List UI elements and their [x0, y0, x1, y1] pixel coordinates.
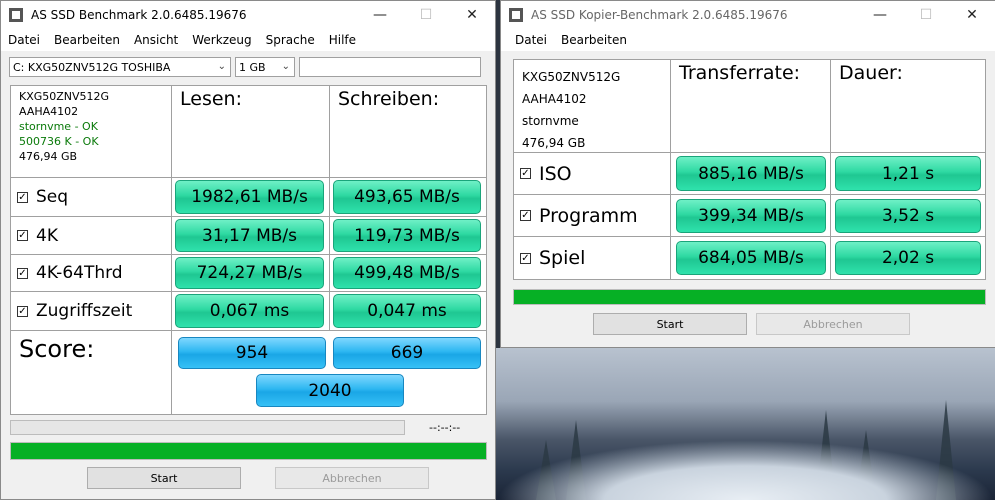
- col-duration-header: Dauer:: [831, 60, 985, 153]
- copy-titlebar[interactable]: AS SSD Kopier-Benchmark 2.0.6485.19676 —…: [501, 1, 995, 29]
- row-label: 4K: [36, 225, 58, 246]
- minimize-icon[interactable]: —: [857, 1, 903, 29]
- window-title: AS SSD Benchmark 2.0.6485.19676: [31, 8, 247, 22]
- drive-select[interactable]: C: KXG50ZNV512G TOSHIBA ⌄: [9, 57, 231, 77]
- overall-progress-fill: [11, 443, 486, 459]
- row-zugriffszeit[interactable]: ✓ Zugriffszeit: [11, 292, 172, 331]
- window-title: AS SSD Kopier-Benchmark 2.0.6485.19676: [531, 8, 788, 22]
- menu-datei[interactable]: Datei: [1, 33, 47, 47]
- checkbox-checked-icon[interactable]: ✓: [520, 210, 531, 221]
- copy-start-button[interactable]: Start: [593, 313, 747, 335]
- drive-firmware: AAHA4102: [522, 92, 587, 106]
- row-4k-64thrd[interactable]: ✓ 4K-64Thrd: [11, 255, 172, 292]
- row-iso[interactable]: ✓ ISO: [514, 153, 671, 195]
- alignment-status: 500736 K - OK: [19, 135, 99, 148]
- app-icon: [509, 8, 523, 22]
- overall-progress-bar: [10, 442, 487, 460]
- col-write-header: Schreiben:: [330, 86, 486, 178]
- close-icon[interactable]: ✕: [949, 1, 995, 29]
- menu-ansicht[interactable]: Ansicht: [127, 33, 185, 47]
- size-select[interactable]: 1 GB ⌄: [235, 57, 295, 77]
- menu-bar: Datei Bearbeiten: [501, 29, 995, 51]
- row-programm[interactable]: ✓ Programm: [514, 195, 671, 237]
- abort-button: Abbrechen: [275, 467, 429, 489]
- minimize-icon[interactable]: —: [357, 1, 403, 29]
- drive-info: KXG50ZNV512G AAHA4102 stornvme - OK 5007…: [11, 86, 172, 178]
- row-spiel[interactable]: ✓ Spiel: [514, 237, 671, 279]
- row-label: Spiel: [539, 247, 586, 269]
- app-icon: [9, 8, 23, 22]
- iso-duration-value: 1,21 s: [835, 156, 981, 191]
- checkbox-checked-icon[interactable]: ✓: [17, 305, 28, 317]
- access-read-value: 0,067 ms: [175, 294, 324, 328]
- menu-hilfe[interactable]: Hilfe: [322, 33, 363, 47]
- main-titlebar[interactable]: AS SSD Benchmark 2.0.6485.19676 — ☐ ✕: [1, 1, 495, 29]
- desktop-wallpaper: [496, 348, 995, 500]
- spiel-rate-value: 684,05 MB/s: [676, 241, 826, 275]
- spiel-duration-value: 2,02 s: [835, 241, 981, 275]
- driver-name: stornvme: [522, 114, 579, 128]
- drive-model: KXG50ZNV512G: [19, 90, 110, 103]
- checkbox-checked-icon[interactable]: ✓: [17, 267, 28, 279]
- col-rate-header: Transferrate:: [671, 60, 831, 153]
- chevron-down-icon: ⌄: [281, 61, 290, 72]
- copy-window: AS SSD Kopier-Benchmark 2.0.6485.19676 —…: [500, 0, 995, 348]
- 4k64-read-value: 724,27 MB/s: [175, 257, 324, 289]
- test-progress-bar: [10, 420, 405, 435]
- size-select-value: 1 GB: [239, 60, 266, 74]
- menu-bearbeiten[interactable]: Bearbeiten: [47, 33, 127, 47]
- score-label: Score:: [11, 331, 172, 414]
- drive-capacity: 476,94 GB: [19, 150, 78, 163]
- row-label: Seq: [36, 187, 69, 207]
- row-label: 4K-64Thrd: [36, 263, 123, 283]
- text-field[interactable]: [299, 57, 481, 77]
- drive-capacity: 476,94 GB: [522, 136, 586, 150]
- drive-firmware: AAHA4102: [19, 105, 79, 118]
- drive-model: KXG50ZNV512G: [522, 70, 621, 84]
- 4k-read-value: 31,17 MB/s: [175, 219, 324, 252]
- checkbox-checked-icon[interactable]: ✓: [17, 191, 28, 203]
- 4k-write-value: 119,73 MB/s: [333, 219, 481, 252]
- seq-write-value: 493,65 MB/s: [333, 180, 481, 214]
- programm-duration-value: 3,52 s: [835, 199, 981, 233]
- menu-bar: Datei Bearbeiten Ansicht Werkzeug Sprach…: [1, 29, 495, 51]
- checkbox-checked-icon[interactable]: ✓: [520, 168, 531, 179]
- maximize-icon: ☐: [419, 7, 433, 23]
- drive-select-value: C: KXG50ZNV512G TOSHIBA: [13, 60, 171, 74]
- start-button[interactable]: Start: [87, 467, 241, 489]
- copy-abort-button: Abbrechen: [756, 313, 910, 335]
- maximize-icon: ☐: [919, 7, 933, 23]
- main-window: AS SSD Benchmark 2.0.6485.19676 — ☐ ✕ Da…: [0, 0, 496, 500]
- row-seq[interactable]: ✓ Seq: [11, 178, 172, 217]
- checkbox-checked-icon[interactable]: ✓: [520, 252, 531, 264]
- results-grid: KXG50ZNV512G AAHA4102 stornvme - OK 5007…: [10, 85, 487, 415]
- seq-read-value: 1982,61 MB/s: [175, 180, 324, 214]
- 4k64-write-value: 499,48 MB/s: [333, 257, 481, 289]
- copy-drive-info: KXG50ZNV512G AAHA4102 stornvme 476,94 GB: [514, 60, 671, 153]
- menu-sprache[interactable]: Sprache: [259, 33, 322, 47]
- row-label: Programm: [539, 204, 638, 227]
- close-icon[interactable]: ✕: [449, 1, 495, 29]
- checkbox-checked-icon[interactable]: ✓: [17, 230, 28, 241]
- score-total: 2040: [256, 374, 404, 407]
- row-4k[interactable]: ✓ 4K: [11, 217, 172, 255]
- menu-bearbeiten[interactable]: Bearbeiten: [554, 33, 634, 47]
- access-write-value: 0,047 ms: [333, 294, 481, 328]
- score-read: 954: [178, 337, 326, 369]
- menu-werkzeug[interactable]: Werkzeug: [185, 33, 258, 47]
- programm-rate-value: 399,34 MB/s: [676, 199, 826, 233]
- col-read-header: Lesen:: [172, 86, 330, 178]
- score-write: 669: [333, 337, 481, 369]
- row-label: Zugriffszeit: [36, 301, 133, 321]
- copy-progress-fill: [514, 290, 985, 304]
- elapsed-time: --:--:--: [429, 421, 461, 434]
- copy-results-grid: KXG50ZNV512G AAHA4102 stornvme 476,94 GB…: [513, 59, 986, 280]
- chevron-down-icon: ⌄: [217, 61, 226, 72]
- driver-status: stornvme - OK: [19, 120, 98, 133]
- copy-progress-bar: [513, 289, 986, 305]
- row-label: ISO: [539, 162, 572, 185]
- iso-rate-value: 885,16 MB/s: [676, 156, 826, 191]
- menu-datei[interactable]: Datei: [501, 33, 554, 47]
